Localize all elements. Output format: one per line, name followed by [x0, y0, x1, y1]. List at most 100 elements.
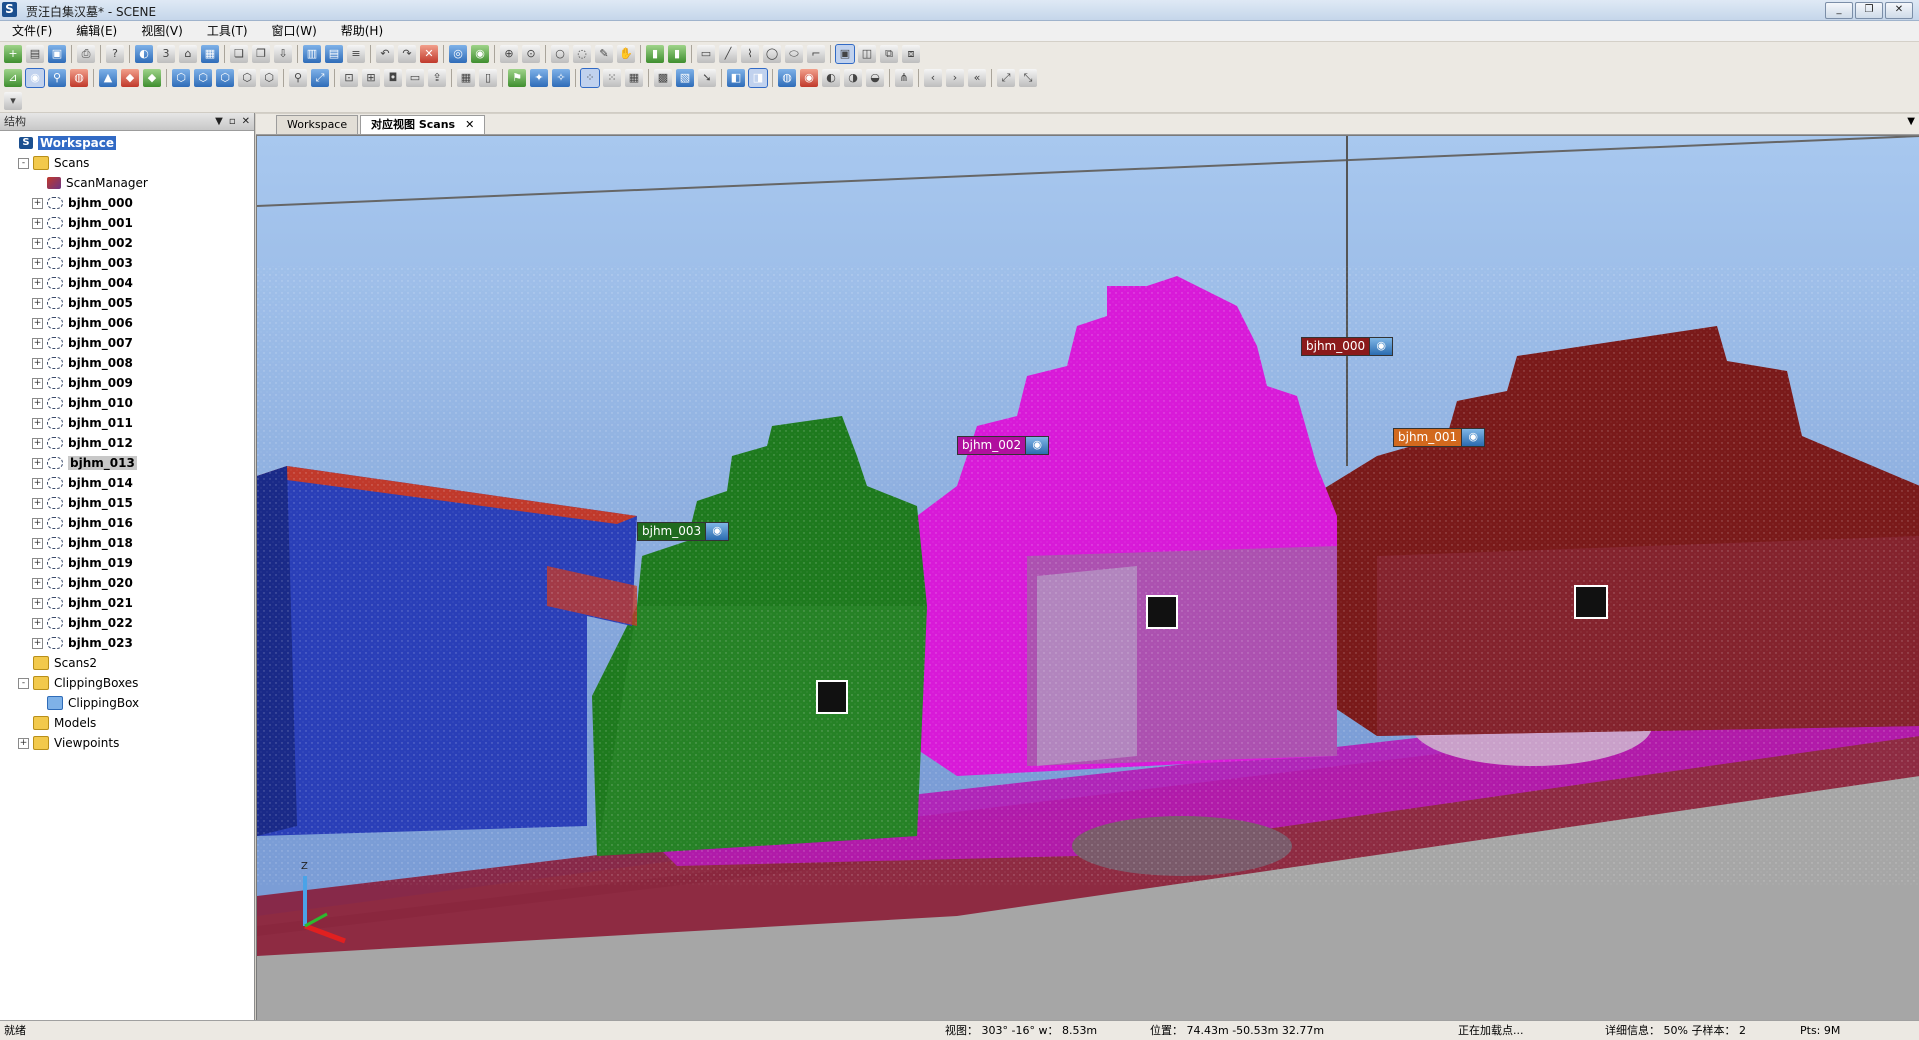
expand-toggle-icon[interactable]: + [32, 577, 43, 589]
tree-node[interactable]: + bjhm_010 [0, 393, 254, 413]
properties-icon[interactable]: ▥ [303, 45, 321, 63]
tree-node[interactable]: + bjhm_004 [0, 273, 254, 293]
box-transparent-icon[interactable]: ◨ [748, 68, 768, 88]
delete-icon[interactable]: ✕ [420, 45, 438, 63]
cube-front-icon[interactable]: ⬡ [172, 69, 190, 87]
tree-node[interactable]: - ClippingBoxes [0, 673, 254, 693]
eye-icon[interactable]: ◉ [1462, 427, 1486, 447]
collapse-icon[interactable]: ⤡ [1019, 69, 1037, 87]
menu-window[interactable]: 窗口(W) [260, 21, 329, 41]
tree-node[interactable]: Scans2 [0, 653, 254, 673]
tab-workspace[interactable]: Workspace [276, 115, 359, 134]
expand-toggle-icon[interactable]: + [32, 317, 43, 329]
cube-iso-icon[interactable]: ⬡ [260, 69, 278, 87]
eye-icon[interactable]: ◉ [1370, 336, 1394, 356]
select-icon[interactable]: ◌ [573, 45, 591, 63]
panel-dropdown-icon[interactable]: ▼ [215, 113, 223, 130]
panel-close-icon[interactable]: ✕ [242, 113, 250, 130]
tree-node[interactable]: ScanManager [0, 173, 254, 193]
pin-icon[interactable]: ✧ [552, 69, 570, 87]
maximize-button[interactable]: ❐ [1855, 2, 1883, 19]
zoom-icon[interactable]: ⚲ [289, 69, 307, 87]
cascade-view-icon[interactable]: ⧈ [902, 45, 920, 63]
intensity-icon[interactable]: ◑ [844, 69, 862, 87]
tree-node[interactable]: + bjhm_000 [0, 193, 254, 213]
screenshot-icon[interactable]: ▭ [406, 69, 424, 87]
grid-icon[interactable]: ▦ [457, 69, 475, 87]
help-icon[interactable]: ? [106, 45, 124, 63]
tree-node[interactable]: + bjhm_009 [0, 373, 254, 393]
expand-toggle-icon[interactable]: + [32, 377, 43, 389]
view-top-icon[interactable]: ▲ [99, 69, 117, 87]
save-icon[interactable]: ▣ [48, 45, 66, 63]
box-solid-icon[interactable]: ◧ [727, 69, 745, 87]
expand-toggle-icon[interactable]: + [32, 637, 43, 649]
line-tool-icon[interactable]: ╱ [719, 45, 737, 63]
pencil-icon[interactable]: ✎ [595, 45, 613, 63]
collapse-toggle-icon[interactable]: - [18, 677, 29, 689]
tree-node[interactable]: Models [0, 713, 254, 733]
walk-icon[interactable]: ⚲ [48, 69, 66, 87]
tree-node[interactable]: + bjhm_008 [0, 353, 254, 373]
view-3d-icon[interactable]: 3 [157, 45, 175, 63]
overlay-view-icon[interactable]: ⧉ [880, 45, 898, 63]
view-front-icon[interactable]: ◆ [121, 69, 139, 87]
rect-select-icon[interactable]: ▭ [697, 45, 715, 63]
polyline-tool-icon[interactable]: ⌇ [741, 45, 759, 63]
page-icon[interactable]: ▯ [479, 69, 497, 87]
scan-label-bjhm-002[interactable]: bjhm_002 ◉ [957, 435, 1050, 455]
tree-node[interactable]: + bjhm_002 [0, 233, 254, 253]
tab-scans-view[interactable]: 对应视图 Scans ✕ [360, 115, 486, 134]
marker-icon[interactable]: ⊙ [522, 45, 540, 63]
dense-points-icon[interactable]: ⁘ [580, 68, 600, 88]
hand-icon[interactable]: ✋ [617, 45, 635, 63]
tree-node[interactable]: ClippingBox [0, 693, 254, 713]
filter-icon[interactable]: ▮ [646, 45, 664, 63]
color-icon[interactable]: ▮ [668, 45, 686, 63]
share-icon[interactable]: ⋔ [895, 69, 913, 87]
paste-icon[interactable]: ❐ [252, 45, 270, 63]
tree-node[interactable]: + bjhm_003 [0, 253, 254, 273]
register-icon[interactable]: ◎ [449, 45, 467, 63]
expand-toggle-icon[interactable]: + [32, 417, 43, 429]
close-button[interactable]: ✕ [1885, 2, 1913, 19]
next-icon[interactable]: › [946, 69, 964, 87]
menu-edit[interactable]: 编辑(E) [64, 21, 129, 41]
highlight-icon[interactable]: ✦ [530, 69, 548, 87]
menu-file[interactable]: 文件(F) [0, 21, 64, 41]
scan-list-icon[interactable]: ≡ [347, 45, 365, 63]
3d-viewport[interactable]: Z bjhm_000 ◉ bjhm_002 ◉ bjhm_001 ◉ bjhm_003… [256, 135, 1919, 1021]
new-icon[interactable]: + [4, 45, 22, 63]
expand-toggle-icon[interactable]: + [32, 617, 43, 629]
report-icon[interactable]: ▤ [325, 45, 343, 63]
expand-toggle-icon[interactable]: + [32, 357, 43, 369]
zoom-extent-icon[interactable]: ⤢ [311, 69, 329, 87]
tree-node[interactable]: + Viewpoints [0, 733, 254, 753]
expand-toggle-icon[interactable]: + [32, 597, 43, 609]
scan-label-bjhm-001[interactable]: bjhm_001 ◉ [1393, 427, 1486, 447]
menu-help[interactable]: 帮助(H) [329, 21, 395, 41]
tree-node[interactable]: + bjhm_016 [0, 513, 254, 533]
fullscreen-icon[interactable]: ⤢ [997, 69, 1015, 87]
expand-toggle-icon[interactable]: + [32, 297, 43, 309]
tree-node[interactable]: + bjhm_001 [0, 213, 254, 233]
cube-right-icon[interactable]: ⬡ [238, 69, 256, 87]
tab-close-icon[interactable]: ✕ [465, 118, 474, 131]
lasso-icon[interactable]: ○ [551, 45, 569, 63]
single-view-icon[interactable]: ▣ [835, 44, 855, 64]
expand-toggle-icon[interactable]: + [18, 737, 29, 749]
tree-node[interactable]: + bjhm_011 [0, 413, 254, 433]
scan-label-bjhm-000[interactable]: bjhm_000 ◉ [1301, 336, 1394, 356]
tree-node[interactable]: + bjhm_014 [0, 473, 254, 493]
tree-node[interactable]: + bjhm_020 [0, 573, 254, 593]
split-view-icon[interactable]: ◫ [858, 45, 876, 63]
print-icon[interactable]: ⎙ [77, 45, 95, 63]
expand-toggle-icon[interactable]: + [32, 237, 43, 249]
expand-toggle-icon[interactable]: + [32, 517, 43, 529]
expand-toggle-icon[interactable]: + [32, 257, 43, 269]
prev-icon[interactable]: ‹ [924, 69, 942, 87]
tree-node[interactable]: + bjhm_012 [0, 433, 254, 453]
tree-node[interactable]: + bjhm_006 [0, 313, 254, 333]
fly-icon[interactable]: ◍ [70, 69, 88, 87]
gray-scan-icon[interactable]: ◒ [866, 69, 884, 87]
